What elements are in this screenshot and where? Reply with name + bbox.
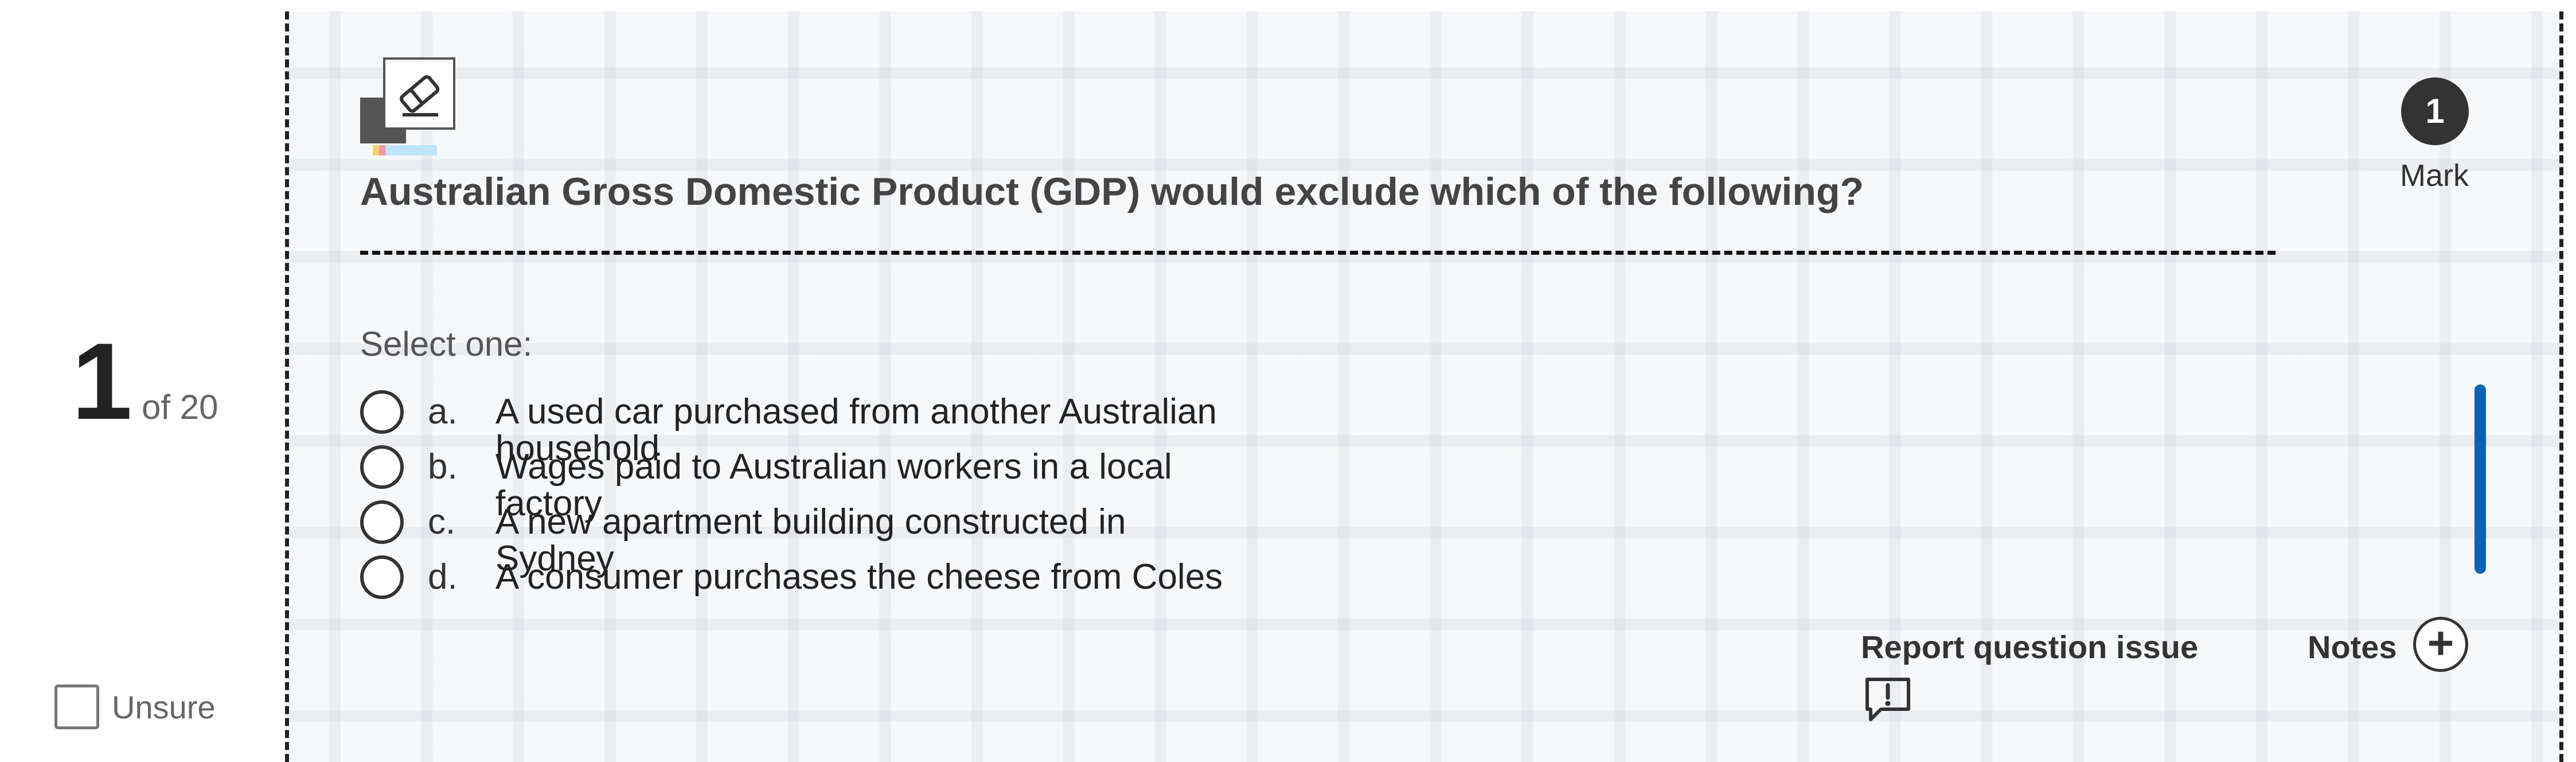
option-letter: a. — [428, 392, 458, 431]
unsure-label: Unsure — [112, 689, 216, 725]
unsure-checkbox[interactable] — [54, 685, 99, 729]
option-letter: c. — [428, 502, 456, 542]
report-issue-icon[interactable] — [1864, 676, 1912, 724]
option-letter: d. — [428, 557, 458, 597]
radio-button[interactable] — [360, 390, 404, 434]
question-total: of 20 — [142, 388, 218, 426]
answer-option-d[interactable]: d. A consumer purchases the cheese from … — [360, 555, 1241, 599]
radio-button[interactable] — [360, 555, 404, 599]
option-letter: b. — [428, 447, 458, 487]
mark-label: Mark — [2400, 158, 2469, 193]
radio-button[interactable] — [360, 500, 404, 544]
mark-badge: 1 — [2401, 77, 2469, 145]
add-note-icon[interactable]: + — [2413, 617, 2468, 672]
eraser-icon[interactable] — [383, 57, 455, 130]
question-nav-panel: 1 of 20 Unsure — [0, 0, 287, 762]
tool-color-strip — [373, 145, 437, 155]
scrollbar-thumb[interactable] — [2474, 384, 2486, 574]
question-divider — [360, 251, 2276, 255]
radio-button[interactable] — [360, 445, 404, 489]
option-text[interactable]: A consumer purchases the cheese from Col… — [495, 555, 1241, 596]
report-issue-button[interactable]: Report question issue — [1861, 628, 2198, 666]
unsure-toggle[interactable]: Unsure — [54, 685, 216, 729]
question-content-area — [285, 11, 2563, 762]
notes-label[interactable]: Notes — [2308, 628, 2397, 666]
question-number: 1 — [72, 321, 132, 442]
question-text: Australian Gross Domestic Product (GDP) … — [360, 170, 1864, 213]
select-instruction: Select one: — [360, 325, 533, 363]
